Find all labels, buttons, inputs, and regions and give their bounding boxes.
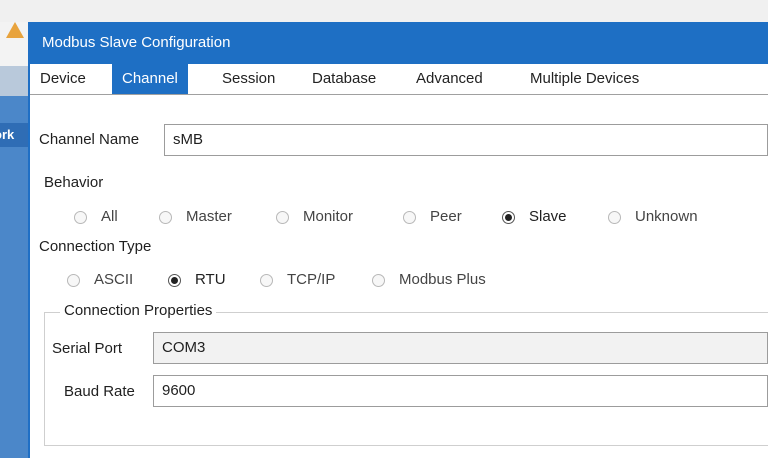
- tab-device[interactable]: Device: [30, 64, 96, 94]
- behavior-label: Behavior: [44, 174, 104, 191]
- left-panel-label[interactable]: ork: [0, 123, 28, 147]
- tab-multiple-devices[interactable]: Multiple Devices: [520, 64, 649, 94]
- serial-port-select[interactable]: COM3: [153, 332, 768, 364]
- baud-rate-label: Baud Rate: [64, 383, 135, 400]
- behavior-slave-label[interactable]: Slave: [529, 208, 567, 225]
- behavior-slave-radio[interactable]: [502, 211, 515, 224]
- connection-properties-title: Connection Properties: [60, 302, 217, 319]
- behavior-monitor-label[interactable]: Monitor: [303, 208, 353, 225]
- behavior-all-label[interactable]: All: [101, 208, 118, 225]
- behavior-all-radio[interactable]: [74, 211, 87, 224]
- conn-tcpip-label[interactable]: TCP/IP: [287, 271, 335, 288]
- conn-tcpip-radio[interactable]: [260, 274, 273, 287]
- background-top: [0, 0, 768, 22]
- conn-modbus-plus-radio[interactable]: [372, 274, 385, 287]
- behavior-peer-label[interactable]: Peer: [430, 208, 462, 225]
- channel-name-label: Channel Name: [39, 131, 140, 148]
- conn-rtu-label[interactable]: RTU: [195, 271, 226, 288]
- behavior-master-label[interactable]: Master: [186, 208, 232, 225]
- tab-bar: Device Channel Session Database Advanced…: [30, 64, 768, 95]
- channel-name-input[interactable]: sMB: [164, 124, 768, 156]
- connection-type-label: Connection Type: [39, 238, 152, 255]
- behavior-monitor-radio[interactable]: [276, 211, 289, 224]
- tab-advanced[interactable]: Advanced: [406, 64, 493, 94]
- warning-icon: [6, 22, 24, 38]
- behavior-peer-radio[interactable]: [403, 211, 416, 224]
- behavior-unknown-radio[interactable]: [608, 211, 621, 224]
- behavior-master-radio[interactable]: [159, 211, 172, 224]
- left-panel-tab[interactable]: [0, 66, 28, 96]
- window-title: Modbus Slave Configuration: [30, 22, 768, 64]
- conn-ascii-radio[interactable]: [67, 274, 80, 287]
- tab-session[interactable]: Session: [212, 64, 285, 94]
- tab-channel[interactable]: Channel: [112, 64, 188, 94]
- conn-rtu-radio[interactable]: [168, 274, 181, 287]
- behavior-unknown-label[interactable]: Unknown: [635, 208, 698, 225]
- conn-modbus-plus-label[interactable]: Modbus Plus: [399, 271, 486, 288]
- conn-ascii-label[interactable]: ASCII: [94, 271, 133, 288]
- serial-port-label: Serial Port: [52, 340, 123, 357]
- baud-rate-input[interactable]: 9600: [153, 375, 768, 407]
- tab-database[interactable]: Database: [302, 64, 386, 94]
